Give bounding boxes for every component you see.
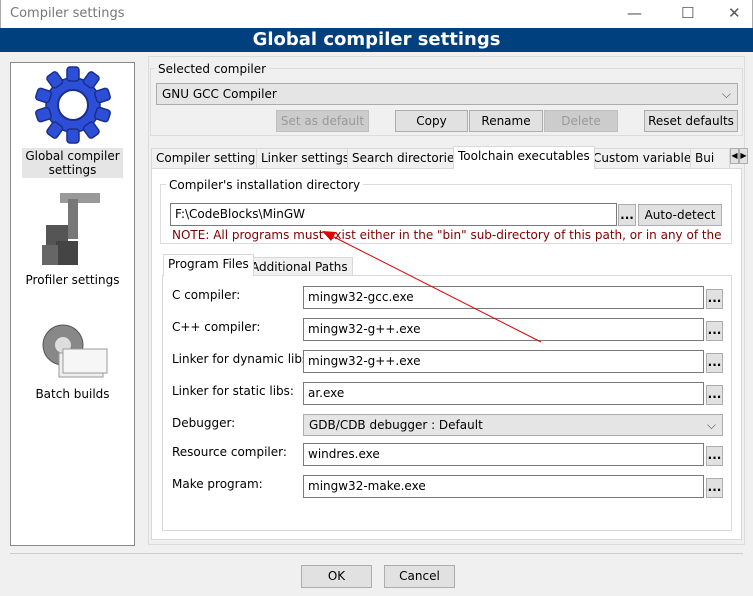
sidebar-item-profiler[interactable]: Profiler settings	[11, 189, 134, 288]
sidebar-item-label: Batch builds	[35, 387, 110, 401]
program-input[interactable]: ar.exe	[303, 382, 704, 405]
compiler-dropdown[interactable]: GNU GCC Compiler ⌵	[156, 83, 738, 105]
delete-button[interactable]: Delete	[544, 110, 618, 132]
subtab-program-files[interactable]: Program Files	[163, 254, 254, 276]
set-as-default-button[interactable]: Set as default	[276, 110, 369, 132]
tab-custom-variables[interactable]: Custom variables	[588, 148, 703, 168]
sidebar-item-batch-builds[interactable]: Batch builds	[11, 319, 134, 402]
sidebar-item-label: Profiler settings	[25, 273, 120, 287]
chevron-down-icon: ⌵	[706, 418, 716, 432]
install-dir-label: Compiler's installation directory	[166, 178, 364, 192]
browse-button[interactable]: ...	[706, 478, 723, 498]
browse-button[interactable]: ...	[706, 385, 723, 405]
chevron-down-icon: ⌵	[721, 87, 731, 101]
rename-button[interactable]: Rename	[469, 110, 543, 132]
browse-button[interactable]: ...	[706, 446, 723, 466]
ok-button[interactable]: OK	[301, 565, 372, 588]
subtab-additional-paths[interactable]: Additional Paths	[246, 257, 353, 276]
tab-scroll-left-icon[interactable]: ◀	[730, 148, 739, 164]
auto-detect-button[interactable]: Auto-detect	[638, 204, 722, 226]
browse-button[interactable]: ...	[706, 321, 723, 341]
tab-compiler-settings[interactable]: Compiler settings	[151, 148, 267, 168]
program-label: Linker for static libs:	[172, 384, 294, 398]
program-label: C++ compiler:	[172, 320, 261, 334]
program-input[interactable]: mingw32-gcc.exe	[303, 286, 704, 309]
title-bar: Compiler settings — ☐ ✕	[0, 0, 753, 28]
tab-search-directories[interactable]: Search directories	[347, 148, 466, 168]
batch-builds-icon	[42, 324, 107, 378]
cancel-button[interactable]: Cancel	[384, 565, 455, 588]
install-dir-browse-button[interactable]: ...	[618, 204, 636, 226]
minimize-button[interactable]: —	[627, 4, 642, 22]
browse-button[interactable]: ...	[706, 353, 723, 373]
browse-button[interactable]: ...	[706, 289, 723, 309]
window-title: Compiler settings	[10, 6, 125, 21]
tab-build-options[interactable]: Bui	[690, 148, 730, 168]
program-label: Resource compiler:	[172, 445, 287, 459]
program-label: Linker for dynamic libs:	[172, 352, 313, 366]
profiler-icon	[41, 193, 100, 265]
program-label: Make program:	[172, 477, 263, 491]
program-input[interactable]: mingw32-make.exe	[303, 475, 704, 498]
program-label: C compiler:	[172, 288, 241, 302]
reset-defaults-button[interactable]: Reset defaults	[644, 110, 738, 132]
banner-title: Global compiler settings	[0, 28, 753, 52]
close-button[interactable]: ✕	[728, 4, 741, 22]
copy-button[interactable]: Copy	[395, 110, 468, 132]
sidebar-item-label: Global compiler settings	[22, 148, 123, 178]
maximize-button[interactable]: ☐	[681, 4, 694, 22]
sidebar-item-global-compiler[interactable]: Global compiler settings	[11, 65, 134, 178]
gear-icon	[33, 66, 112, 144]
selected-compiler-label: Selected compiler	[155, 62, 270, 76]
debugger-dropdown[interactable]: GDB/CDB debugger : Default ⌵	[303, 414, 723, 436]
settings-category-list: Global compiler settings Profiler setting…	[10, 62, 135, 546]
debugger-value: GDB/CDB debugger : Default	[309, 418, 483, 432]
program-label: Debugger:	[172, 416, 236, 430]
install-dir-note: NOTE: All programs must exist either in …	[172, 228, 722, 242]
program-input[interactable]: mingw32-g++.exe	[303, 350, 704, 373]
install-dir-input[interactable]: F:\CodeBlocks\MinGW	[170, 203, 617, 226]
footer-divider	[10, 553, 743, 554]
tab-scroll-right-icon[interactable]: ▶	[739, 148, 748, 164]
program-input[interactable]: windres.exe	[303, 443, 704, 466]
program-input[interactable]: mingw32-g++.exe	[303, 318, 704, 341]
tab-linker-settings[interactable]: Linker settings	[256, 148, 355, 168]
tab-toolchain-executables[interactable]: Toolchain executables	[453, 146, 595, 169]
